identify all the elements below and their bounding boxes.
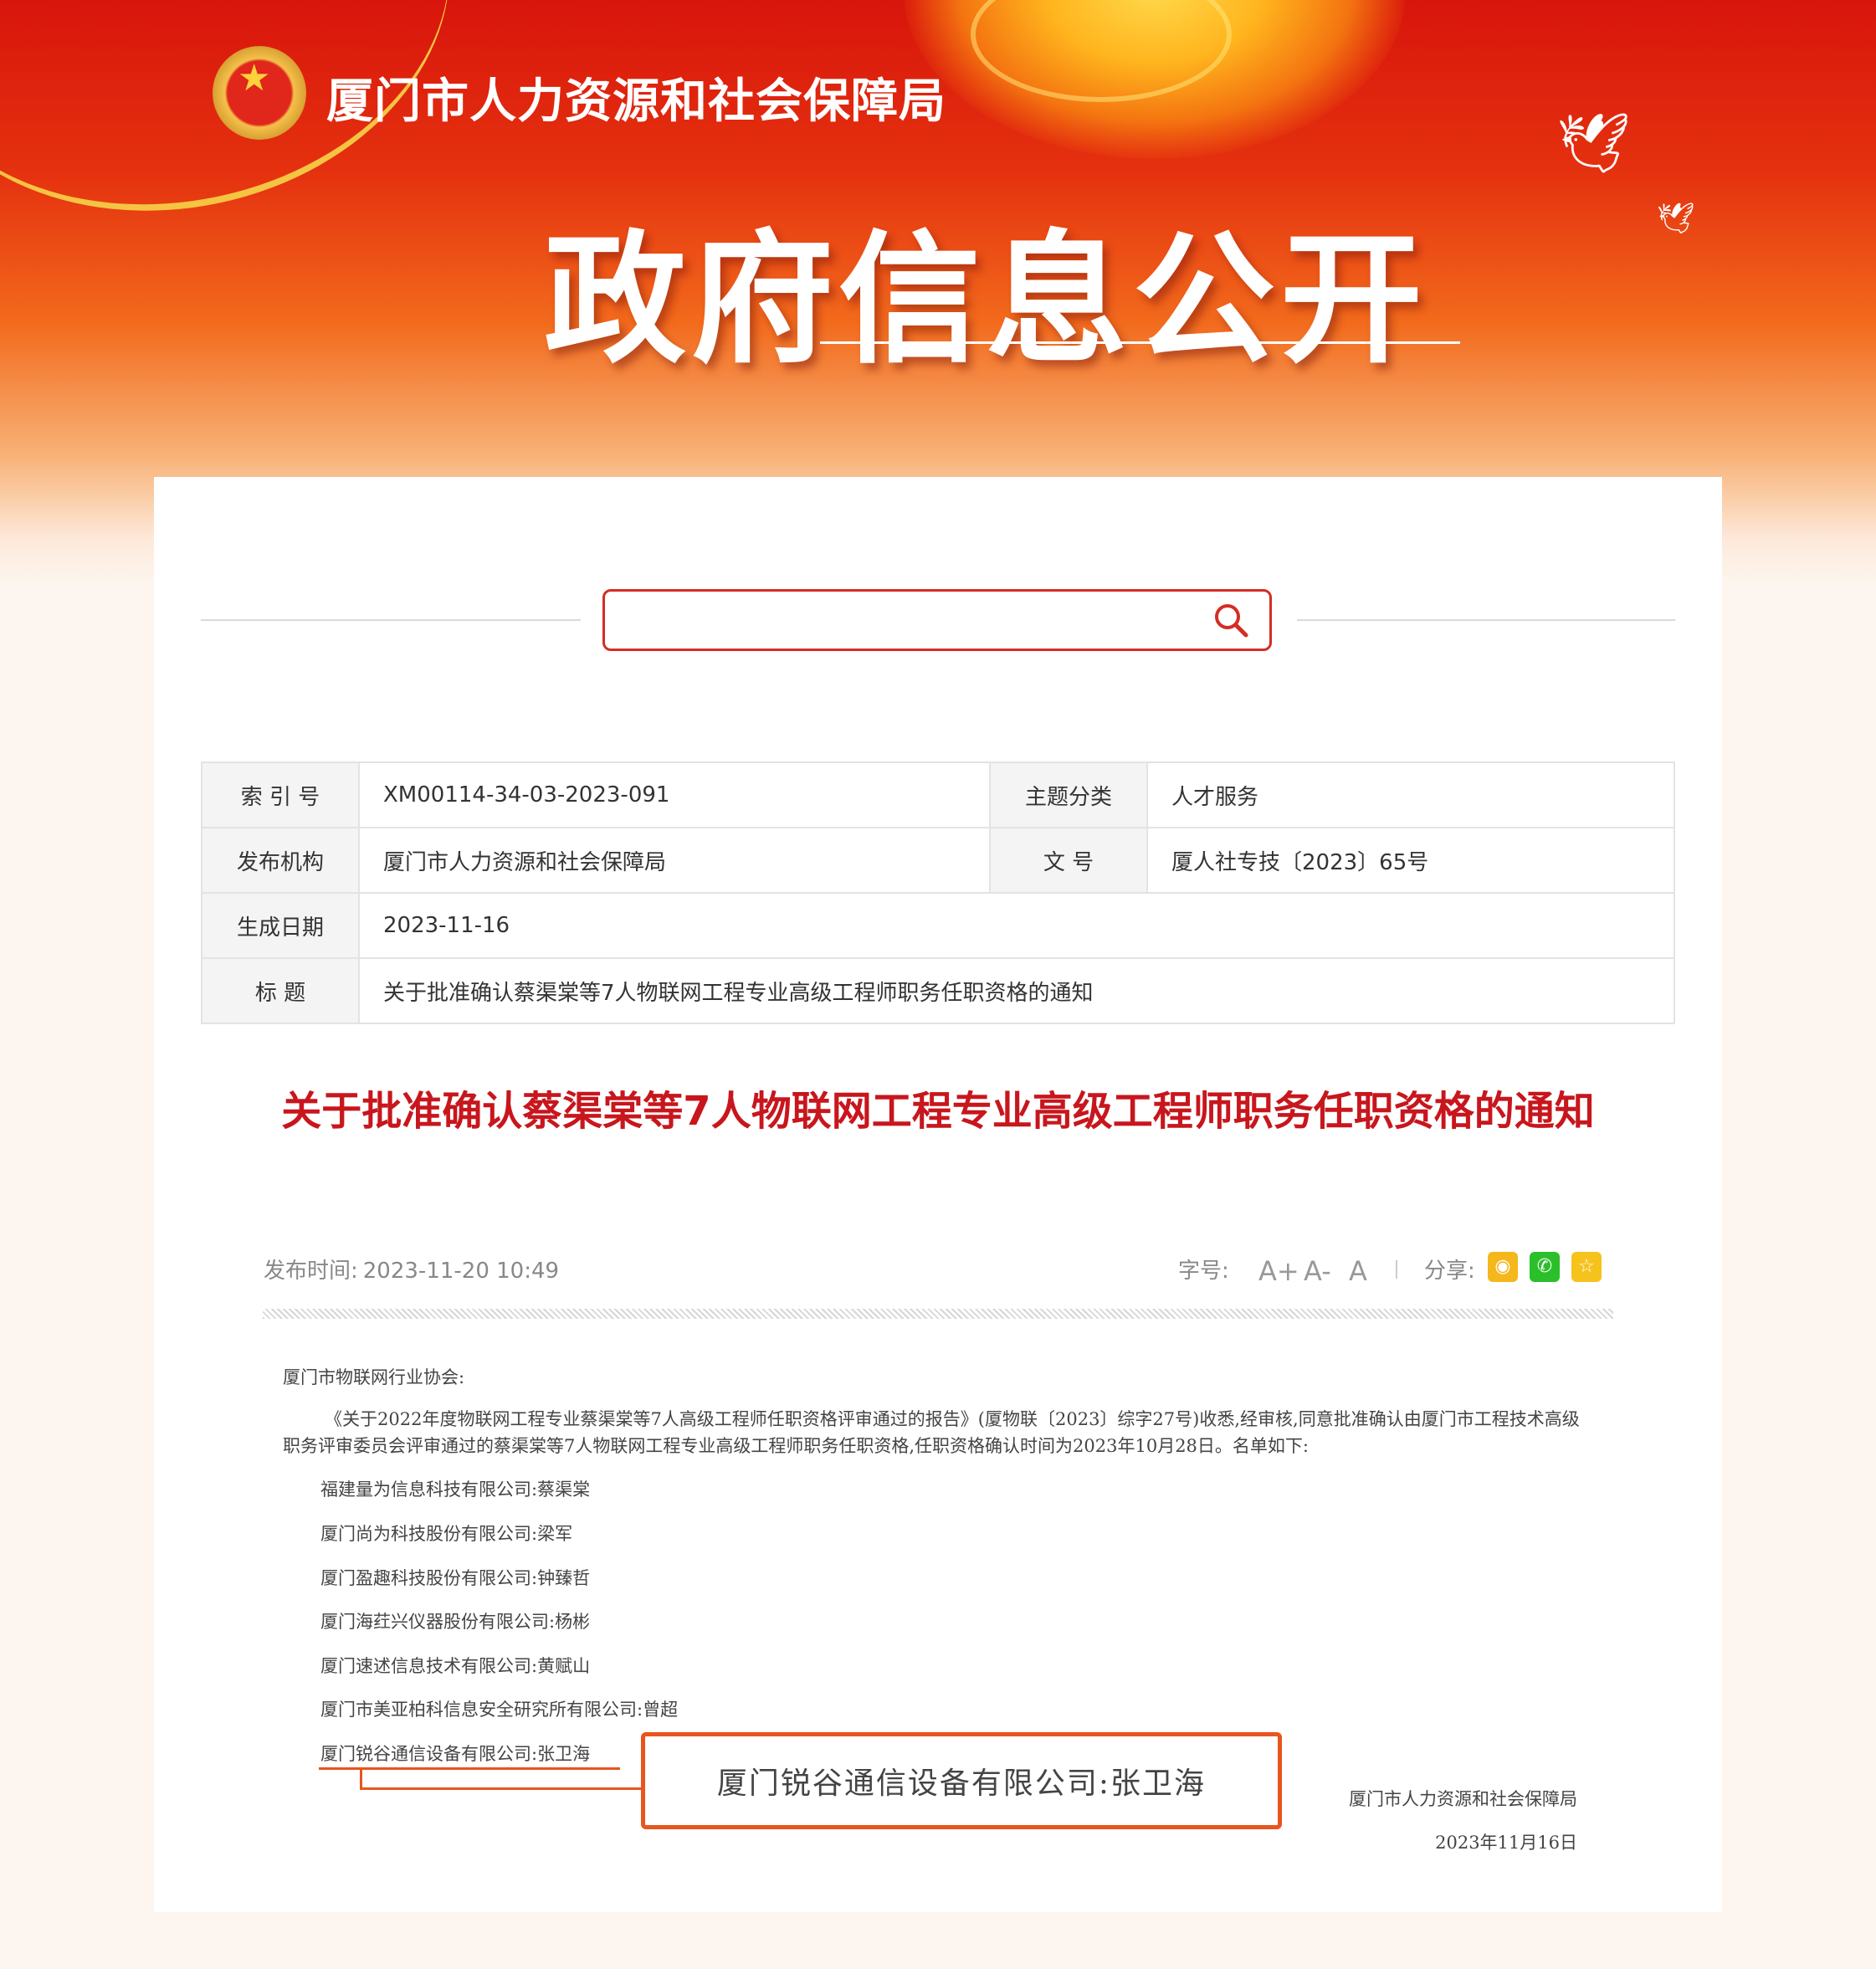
font-large-button[interactable]: A+ <box>1258 1255 1299 1287</box>
list-item: 厦门锐谷通信设备有限公司:张卫海 <box>320 1744 591 1764</box>
search-divider-right <box>1297 619 1675 621</box>
list-item: 厦门速述信息技术有限公司:黄赋山 <box>320 1656 591 1676</box>
list-item: 厦门尚为科技股份有限公司:梁军 <box>320 1524 573 1544</box>
share-label: 分享: <box>1424 1259 1475 1284</box>
issuer-value: 厦门市人力资源和社会保障局 <box>358 827 991 894</box>
weibo-icon[interactable]: ◉ <box>1488 1252 1518 1282</box>
dove-icon: 🕊 <box>1556 109 1631 177</box>
title-value: 关于批准确认蔡渠棠等7人物联网工程专业高级工程师职务任职资格的通知 <box>358 957 1675 1024</box>
index-label: 索 引 号 <box>201 761 360 828</box>
salutation: 厦门市物联网行业协会: <box>283 1367 465 1387</box>
list-item: 厦门市美亚柏科信息安全研究所有限公司:曾超 <box>320 1700 679 1720</box>
sign-date: 2023年11月16日 <box>1435 1833 1577 1853</box>
search-divider-left <box>201 619 581 621</box>
font-small-button[interactable]: A- <box>1304 1255 1331 1287</box>
signature: 厦门市人力资源和社会保障局 <box>1349 1789 1577 1809</box>
title-label: 标 题 <box>201 957 360 1024</box>
wechat-icon[interactable]: ✆ <box>1530 1252 1560 1282</box>
search-box[interactable] <box>602 589 1272 651</box>
docno-label: 文 号 <box>989 827 1148 894</box>
date-value: 2023-11-16 <box>358 892 1675 959</box>
issuer-label: 发布机构 <box>201 827 360 894</box>
topic-label: 主题分类 <box>989 761 1148 828</box>
agency-name[interactable]: 厦门市人力资源和社会保障局 <box>326 64 946 131</box>
section-title: 政府信息公开 <box>544 218 1428 383</box>
highlight-connector <box>360 1769 362 1789</box>
index-value: XM00114-34-03-2023-091 <box>358 761 991 828</box>
date-label: 生成日期 <box>201 892 360 959</box>
body-paragraph: 《关于2022年度物联网工程专业蔡渠棠等7人高级工程师任职资格评审通过的报告》(… <box>283 1409 1580 1456</box>
font-size-label: 字号: <box>1178 1259 1229 1284</box>
emblem-star-icon: ★ <box>238 57 271 100</box>
publish-time: 发布时间: 2023-11-20 10:49 <box>264 1254 559 1284</box>
table-row: 生成日期 2023-11-16 <box>201 892 1675 959</box>
font-normal-button[interactable]: A <box>1349 1255 1367 1287</box>
search-icon[interactable] <box>1212 602 1249 638</box>
highlight-underline <box>319 1767 620 1770</box>
toolbar-divider <box>1396 1260 1397 1279</box>
publish-value: 2023-11-20 10:49 <box>362 1259 560 1284</box>
list-item: 厦门海荭兴仪器股份有限公司:杨彬 <box>320 1612 591 1632</box>
docno-value: 厦人社专技〔2023〕65号 <box>1146 827 1675 894</box>
table-row: 发布机构 厦门市人力资源和社会保障局 文 号 厦人社专技〔2023〕65号 <box>201 827 1675 894</box>
list-item: 厦门盈趣科技股份有限公司:钟臻哲 <box>320 1568 591 1588</box>
highlight-connector-line <box>360 1787 641 1790</box>
publish-label: 发布时间: <box>264 1259 358 1284</box>
highlight-callout: 厦门锐谷通信设备有限公司:张卫海 <box>641 1732 1282 1829</box>
table-row: 索 引 号 XM00114-34-03-2023-091 主题分类 人才服务 <box>201 761 1675 828</box>
table-row: 标 题 关于批准确认蔡渠棠等7人物联网工程专业高级工程师职务任职资格的通知 <box>201 957 1675 1024</box>
info-table: 索 引 号 XM00114-34-03-2023-091 主题分类 人才服务 发… <box>201 761 1675 1024</box>
dove-small-icon: 🕊 <box>1657 202 1695 236</box>
list-item: 福建量为信息科技有限公司:蔡渠棠 <box>320 1479 591 1500</box>
article-title: 关于批准确认蔡渠棠等7人物联网工程专业高级工程师职务任职资格的通知 <box>281 1088 1595 1135</box>
favorite-icon[interactable]: ☆ <box>1571 1252 1602 1282</box>
divider-stripe <box>263 1309 1613 1319</box>
title-underline <box>820 341 1460 344</box>
topic-value: 人才服务 <box>1146 761 1675 828</box>
